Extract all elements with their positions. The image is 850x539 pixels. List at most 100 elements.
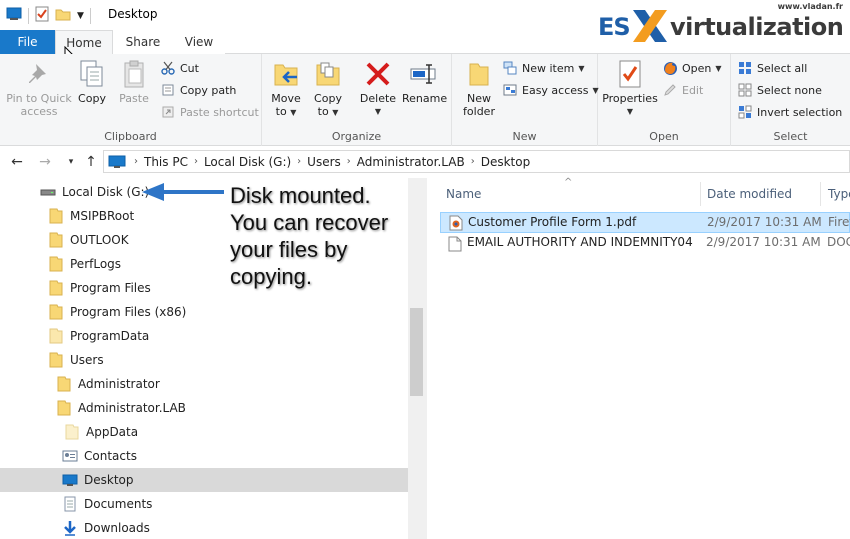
move-to-button[interactable]: Move to ▼ [266, 58, 306, 119]
new-folder-button[interactable]: New folder [456, 58, 502, 118]
sort-ascending-caret-icon: ^ [564, 177, 573, 188]
tab-view[interactable]: View [173, 30, 225, 54]
breadcrumb-separator-icon[interactable]: › [192, 156, 200, 167]
edit-button[interactable]: Edit [662, 80, 703, 100]
tree-item-administrator[interactable]: Administrator [0, 372, 408, 396]
breadcrumb-this-pc[interactable]: This PC [140, 155, 192, 169]
file-date-modified: 2/9/2017 10:31 AM [706, 235, 821, 249]
file-row[interactable]: Customer Profile Form 1.pdf 2/9/2017 10:… [440, 212, 850, 233]
qat-dropdown-icon[interactable]: ▼ [77, 11, 84, 21]
select-group: Select all Select none Invert selection … [731, 54, 850, 146]
open-button[interactable]: Open ▼ [662, 58, 722, 78]
breadcrumb-separator-icon[interactable]: › [469, 156, 477, 167]
cut-button[interactable]: Cut [160, 58, 199, 78]
drive-icon [40, 184, 56, 200]
copy-icon [80, 60, 103, 87]
invert-selection-label: Invert selection [757, 105, 843, 119]
paste-button[interactable]: Paste [114, 58, 154, 105]
breadcrumb-separator-icon[interactable]: › [345, 156, 353, 167]
new-folder-qat-icon[interactable] [55, 7, 71, 24]
delete-dropdown-icon: ▼ [374, 107, 382, 116]
tab-share[interactable]: Share [113, 30, 173, 54]
delete-button[interactable]: Delete ▼ [358, 58, 398, 118]
open-group: Properties ▼ Open ▼ Edit Open [598, 54, 731, 146]
column-header-type[interactable]: Type [828, 178, 850, 210]
folder-icon [48, 304, 64, 320]
annotation-line: copying. [230, 264, 312, 289]
properties-button[interactable]: Properties ▼ [602, 58, 658, 118]
tree-item-label: ProgramData [70, 329, 150, 343]
breadcrumb-administrator-lab[interactable]: Administrator.LAB [353, 155, 469, 169]
pin-to-quick-access-button[interactable]: Pin to Quick access [4, 58, 74, 118]
back-arrow-icon[interactable]: ← [8, 153, 26, 171]
tree-item-label: Downloads [84, 521, 150, 535]
file-type: Firef [828, 215, 850, 229]
paste-shortcut-icon [162, 106, 174, 118]
cut-label: Cut [180, 61, 199, 75]
tree-item-users[interactable]: Users [0, 348, 408, 372]
rename-button[interactable]: Rename [402, 58, 447, 105]
copy-to-dropdown-icon: ▼ [332, 108, 339, 117]
copy-to-button[interactable]: Copy to ▼ [308, 58, 348, 119]
new-item-dropdown-icon: ▼ [578, 63, 585, 73]
paste-shortcut-button[interactable]: Paste shortcut [160, 102, 259, 122]
copy-to-label-2: to [317, 105, 329, 118]
move-to-label-1: Move [271, 92, 301, 105]
forward-arrow-icon[interactable]: → [36, 153, 54, 171]
new-group: New folder New item ▼ Easy access ▼ New [452, 54, 599, 146]
select-all-button[interactable]: Select all [737, 58, 807, 78]
new-item-button[interactable]: New item ▼ [502, 58, 585, 78]
organize-group: Move to ▼ Copy to ▼ Delete ▼ Rename Orga… [262, 54, 452, 146]
scissors-icon [161, 61, 175, 75]
breadcrumb-desktop[interactable]: Desktop [477, 155, 535, 169]
invert-selection-button[interactable]: Invert selection [737, 102, 842, 122]
breadcrumb-users[interactable]: Users [303, 155, 345, 169]
file-type: DOC [827, 235, 850, 249]
window-title: Desktop [108, 7, 158, 21]
tree-item-administrator-lab[interactable]: Administrator.LAB [0, 396, 408, 420]
up-arrow-icon[interactable]: ↑ [82, 153, 100, 171]
desktop-icon [62, 472, 78, 488]
tree-item-program-files-x86[interactable]: Program Files (x86) [0, 300, 408, 324]
select-none-icon [738, 83, 752, 97]
address-bar[interactable]: › This PC › Local Disk (G:) › Users › Ad… [103, 150, 850, 173]
select-none-button[interactable]: Select none [737, 80, 822, 100]
copy-path-button[interactable]: Copy path [160, 80, 236, 100]
tree-item-label: Program Files [70, 281, 151, 295]
properties-icon [619, 60, 641, 88]
new-folder-label-1: New [467, 92, 491, 105]
copy-to-label-1: Copy [314, 92, 342, 105]
tree-item-programdata[interactable]: ProgramData [0, 324, 408, 348]
tree-item-documents[interactable]: Documents [0, 492, 408, 516]
organize-group-label: Organize [331, 130, 382, 143]
tab-file[interactable]: File [0, 30, 55, 54]
new-item-label: New item [522, 61, 575, 75]
clipboard-group: Pin to Quick access Copy Paste Cut Copy … [0, 54, 262, 146]
easy-access-button[interactable]: Easy access ▼ [502, 80, 599, 100]
folder-icon [48, 256, 64, 272]
tree-item-contacts[interactable]: Contacts [0, 444, 408, 468]
tree-item-appdata[interactable]: AppData [0, 420, 408, 444]
recent-locations-chevron-icon[interactable]: ▾ [62, 153, 80, 171]
tree-item-label: AppData [86, 425, 139, 439]
folder-icon [56, 376, 72, 392]
annotation-line: your files by [230, 237, 348, 262]
column-header-date-modified[interactable]: Date modified [707, 178, 792, 210]
column-header-name[interactable]: Name [446, 178, 481, 210]
annotation-arrow-icon [142, 183, 224, 201]
copy-button[interactable]: Copy [74, 58, 110, 105]
breadcrumb-separator-icon[interactable]: › [132, 156, 140, 167]
properties-label: Properties [602, 92, 658, 105]
breadcrumb-separator-icon[interactable]: › [295, 156, 303, 167]
scrollbar-thumb[interactable] [410, 308, 423, 396]
ribbon: Pin to Quick access Copy Paste Cut Copy … [0, 54, 850, 146]
rename-icon [410, 64, 436, 84]
tree-item-downloads[interactable]: Downloads [0, 516, 408, 539]
breadcrumb-local-disk[interactable]: Local Disk (G:) [200, 155, 295, 169]
tree-item-desktop[interactable]: Desktop [0, 468, 408, 492]
explorer-window-icon [6, 7, 22, 24]
file-row[interactable]: EMAIL AUTHORITY AND INDEMNITY04 0... 2/9… [440, 233, 850, 254]
pin-label-1: Pin to Quick [6, 92, 72, 105]
move-to-icon [274, 64, 298, 86]
properties-qat-icon[interactable] [35, 6, 49, 25]
